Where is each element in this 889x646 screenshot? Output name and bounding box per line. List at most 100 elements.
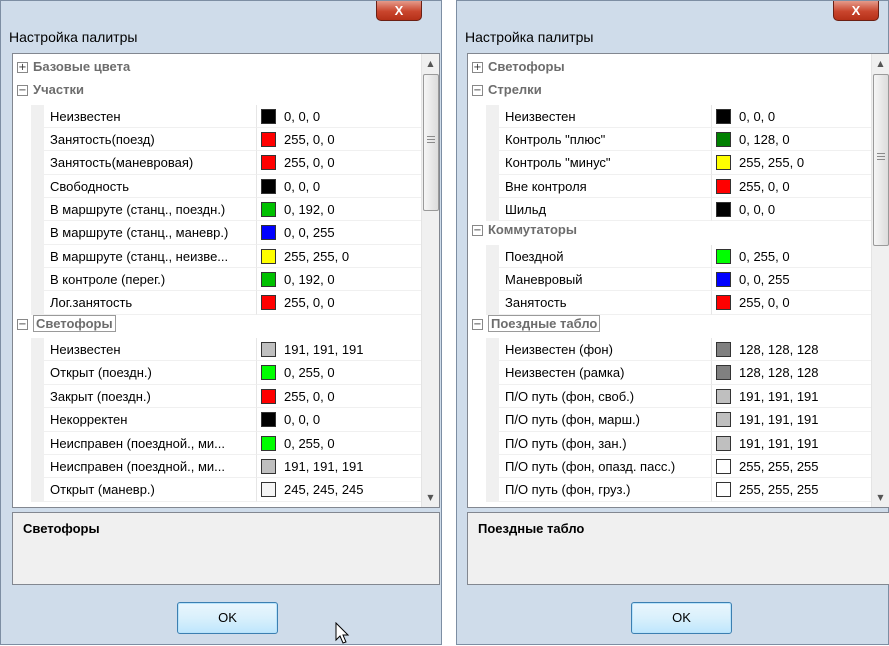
property-value[interactable]: 255, 0, 0 (256, 128, 422, 152)
property-row[interactable]: Открыт (маневр.) 245, 245, 245 (13, 478, 422, 502)
property-value[interactable]: 255, 0, 0 (256, 151, 422, 175)
property-value[interactable]: 255, 255, 0 (256, 244, 422, 269)
property-value[interactable]: 128, 128, 128 (711, 361, 872, 385)
color-swatch (261, 435, 276, 451)
vertical-scrollbar[interactable]: ▲ ▼ (871, 54, 889, 507)
property-value[interactable]: 255, 0, 0 (711, 174, 872, 199)
vertical-scrollbar[interactable]: ▲ ▼ (421, 54, 439, 507)
property-row[interactable]: Контроль "плюс" 0, 128, 0 (468, 128, 872, 152)
scroll-down-arrow-icon[interactable]: ▼ (872, 489, 889, 506)
category-row[interactable]: − Коммутаторы (468, 221, 872, 244)
property-row[interactable]: Лог.занятость 255, 0, 0 (13, 291, 422, 315)
property-row[interactable]: П/О путь (фон, зан.) 191, 191, 191 (468, 431, 872, 455)
property-row[interactable]: П/О путь (фон, опазд. пасс.) 255, 255, 25… (468, 454, 872, 479)
category-row[interactable]: − Светофоры (13, 314, 422, 338)
property-value[interactable]: 255, 255, 0 (711, 151, 872, 175)
property-row[interactable]: Поездной 0, 255, 0 (468, 244, 872, 269)
property-row[interactable]: Неизвестен 0, 0, 0 (468, 104, 872, 129)
property-value[interactable]: 255, 255, 255 (711, 454, 872, 479)
property-row[interactable]: П/О путь (фон, своб.) 191, 191, 191 (468, 384, 872, 409)
category-row[interactable]: + Светофоры (468, 58, 872, 81)
property-value[interactable]: 191, 191, 191 (711, 408, 872, 432)
property-name: Неизвестен (фон) (486, 338, 725, 362)
property-name: Контроль "минус" (486, 151, 725, 175)
property-row[interactable]: В маршруте (станц., неизве... 255, 255, 0 (13, 244, 422, 269)
color-value-text: 0, 0, 0 (284, 178, 321, 194)
property-value[interactable]: 0, 128, 0 (711, 128, 872, 152)
property-row[interactable]: Неизвестен 191, 191, 191 (13, 338, 422, 362)
property-row[interactable]: Закрыт (поездн.) 255, 0, 0 (13, 384, 422, 409)
property-row[interactable]: Неисправен (поездной., ми... 0, 255, 0 (13, 431, 422, 455)
property-value[interactable]: 0, 255, 0 (256, 431, 422, 455)
category-row[interactable]: + Базовые цвета (13, 58, 422, 81)
property-value[interactable]: 0, 255, 0 (711, 244, 872, 269)
category-row[interactable]: − Участки (13, 81, 422, 104)
property-grid[interactable]: + Базовые цвета − Участки Неизвестен 0, 0, 0З… (12, 53, 440, 508)
property-row[interactable]: Свободность 0, 0, 0 (13, 174, 422, 199)
collapse-icon[interactable]: − (472, 85, 483, 97)
property-row[interactable]: Занятость(поезд) 255, 0, 0 (13, 128, 422, 152)
property-value[interactable]: 191, 191, 191 (711, 384, 872, 409)
property-value[interactable]: 255, 255, 255 (711, 478, 872, 502)
property-value[interactable]: 191, 191, 191 (711, 431, 872, 455)
property-value[interactable]: 0, 255, 0 (256, 361, 422, 385)
category-row[interactable]: − Стрелки (468, 81, 872, 104)
property-value[interactable]: 245, 245, 245 (256, 478, 422, 502)
property-row[interactable]: Неисправен (поездной., ми... 191, 191, 19… (13, 454, 422, 479)
property-row[interactable]: В контроле (перег.) 0, 192, 0 (13, 268, 422, 292)
collapse-icon[interactable]: − (17, 318, 28, 330)
scroll-up-arrow-icon[interactable]: ▲ (422, 55, 439, 72)
property-value[interactable]: 255, 0, 0 (256, 384, 422, 409)
property-row[interactable]: Маневровый 0, 0, 255 (468, 268, 872, 292)
property-grid[interactable]: + Светофоры − Стрелки Неизвестен 0, 0, 0 Контр… (467, 53, 889, 508)
collapse-icon[interactable]: − (472, 318, 483, 330)
property-row[interactable]: В маршруте (станц., поездн.) 0, 192, 0 (13, 198, 422, 222)
ok-button[interactable]: OK (177, 602, 278, 634)
property-row[interactable]: В маршруте (станц., маневр.) 0, 0, 255 (13, 221, 422, 245)
property-name: Поездной (486, 244, 725, 269)
expand-icon[interactable]: + (17, 62, 28, 73)
property-value[interactable]: 0, 192, 0 (256, 198, 422, 222)
property-row[interactable]: Занятость(маневровая) 255, 0, 0 (13, 151, 422, 175)
ok-button[interactable]: OK (631, 602, 732, 634)
property-row[interactable]: Контроль "минус" 255, 255, 0 (468, 151, 872, 175)
property-value[interactable]: 0, 0, 255 (711, 268, 872, 292)
expand-icon[interactable]: + (472, 62, 483, 73)
property-value[interactable]: 255, 0, 0 (256, 291, 422, 315)
property-row[interactable]: Открыт (поездн.) 0, 255, 0 (13, 361, 422, 385)
scroll-up-arrow-icon[interactable]: ▲ (872, 55, 889, 72)
close-button[interactable]: X (376, 1, 422, 21)
scroll-down-arrow-icon[interactable]: ▼ (422, 489, 439, 506)
collapse-icon[interactable]: − (17, 85, 28, 97)
property-value[interactable]: 0, 0, 0 (256, 104, 422, 129)
scroll-thumb[interactable] (423, 74, 439, 211)
property-value[interactable]: 0, 192, 0 (256, 268, 422, 292)
property-value[interactable]: 0, 0, 0 (256, 408, 422, 432)
property-value[interactable]: 128, 128, 128 (711, 338, 872, 362)
property-row[interactable]: Занятость 255, 0, 0 (468, 291, 872, 315)
property-value[interactable]: 191, 191, 191 (256, 454, 422, 479)
property-row[interactable]: Неизвестен (рамка) 128, 128, 128 (468, 361, 872, 385)
property-value[interactable]: 191, 191, 191 (256, 338, 422, 362)
property-row[interactable]: П/О путь (фон, груз.) 255, 255, 255 (468, 478, 872, 502)
property-row[interactable]: Шильд 0, 0, 0 (468, 198, 872, 222)
collapse-icon[interactable]: − (472, 225, 483, 237)
property-value[interactable]: 0, 0, 0 (711, 198, 872, 222)
description-panel: Светофоры (12, 512, 440, 585)
property-value[interactable]: 0, 0, 255 (256, 221, 422, 245)
property-value[interactable]: 255, 0, 0 (711, 291, 872, 315)
category-label: Светофоры (488, 59, 565, 74)
scroll-thumb[interactable] (873, 74, 889, 246)
property-row[interactable]: П/О путь (фон, марш.) 191, 191, 191 (468, 408, 872, 432)
property-row[interactable]: Некорректен 0, 0, 0 (13, 408, 422, 432)
property-row[interactable]: Неизвестен (фон) 128, 128, 128 (468, 338, 872, 362)
close-button[interactable]: X (833, 1, 879, 21)
property-value[interactable]: 0, 0, 0 (256, 174, 422, 199)
color-swatch (261, 388, 276, 404)
category-row[interactable]: − Поездные табло (468, 314, 872, 338)
property-value[interactable]: 0, 0, 0 (711, 104, 872, 129)
property-row[interactable]: Неизвестен 0, 0, 0 (13, 104, 422, 129)
description-text: Светофоры (23, 521, 100, 536)
property-row[interactable]: Вне контроля 255, 0, 0 (468, 174, 872, 199)
description-panel: Поездные табло (467, 512, 889, 585)
